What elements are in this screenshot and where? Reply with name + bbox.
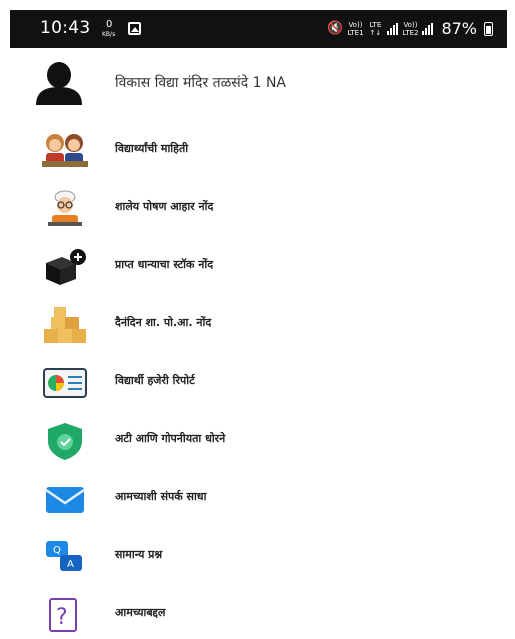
svg-text:A: A xyxy=(67,559,74,570)
menu-item-privacy-policy[interactable]: अटी आणि गोपनीयता धोरने xyxy=(0,415,515,465)
signal-icon xyxy=(387,22,399,35)
user-silhouette-icon xyxy=(36,62,82,105)
school-name: विकास विद्या मंदिर तळसंदे 1 NA xyxy=(115,75,286,91)
cook-icon xyxy=(48,190,82,226)
menu-label: शालेय पोषण आहार नोंद xyxy=(115,200,214,213)
gallery-notification-icon xyxy=(128,22,141,35)
menu-label: दैनंदिन शा. पो.आ. नोंद xyxy=(115,316,212,329)
menu-label: आमच्याशी संपर्क साधा xyxy=(115,490,207,503)
battery-percent: 87% xyxy=(441,19,477,38)
menu-label: अटी आणि गोपनीयता धोरने xyxy=(115,432,226,445)
menu-item-daily-record[interactable]: दैनंदिन शा. पो.आ. नोंद xyxy=(0,299,515,349)
network-label-2: LTE ↑↓ xyxy=(369,20,382,37)
report-icon xyxy=(43,368,87,398)
menu-item-faq[interactable]: Q A सामान्य प्रश्न xyxy=(0,531,515,581)
menu-item-attendance-report[interactable]: विद्यार्थी हजेरी रिपोर्ट xyxy=(0,357,515,407)
network-label-3: Vo)) LTE2 xyxy=(402,20,419,37)
menu-item-student-info[interactable]: विद्यार्थ्यांची माहिती xyxy=(0,125,515,175)
menu-label: प्राप्त धान्याचा स्टॉक नोंद xyxy=(115,258,214,271)
box-plus-icon xyxy=(46,249,86,285)
data-speed-value: 0 xyxy=(106,19,113,30)
mail-icon xyxy=(45,487,85,513)
mute-icon: 🔇 xyxy=(327,21,344,36)
profile-header: विकास विद्या मंदिर तळसंदे 1 NA xyxy=(0,55,515,115)
data-speed-unit: KB/s xyxy=(102,31,116,38)
qa-chat-icon: Q A xyxy=(46,541,82,571)
menu-label: सामान्य प्रश्न xyxy=(115,548,163,561)
menu-item-about-us[interactable]: ? आमच्याबद्दल xyxy=(0,589,515,639)
menu-label: आमच्याबद्दल xyxy=(115,606,166,619)
data-speed-indicator: 0 KB/s xyxy=(102,18,116,40)
menu-item-grain-stock[interactable]: प्राप्त धान्याचा स्टॉक नोंद xyxy=(0,241,515,291)
question-icon: ? xyxy=(49,598,77,632)
battery-icon xyxy=(484,21,493,36)
svg-text:Q: Q xyxy=(53,545,61,556)
menu-item-nutrition-record[interactable]: शालेय पोषण आहार नोंद xyxy=(0,183,515,233)
status-bar: 10:43 0 KB/s 🔇 Vo)) LTE1 LTE ↑↓ Vo)) LTE… xyxy=(10,10,507,48)
network-label-1: Vo)) LTE1 xyxy=(347,20,364,37)
shield-icon xyxy=(48,423,82,460)
svg-text:?: ? xyxy=(56,605,68,630)
menu-label: विद्यार्थ्यांची माहिती xyxy=(115,142,189,155)
menu-label: विद्यार्थी हजेरी रिपोर्ट xyxy=(115,374,195,387)
menu-item-contact-us[interactable]: आमच्याशी संपर्क साधा xyxy=(0,473,515,523)
students-icon xyxy=(42,134,88,167)
signal-icon-2 xyxy=(422,22,434,35)
boxes-icon xyxy=(44,307,86,343)
status-right-group: 🔇 Vo)) LTE1 LTE ↑↓ Vo)) LTE2 87% xyxy=(327,19,493,38)
clock-time: 10:43 xyxy=(40,18,91,38)
